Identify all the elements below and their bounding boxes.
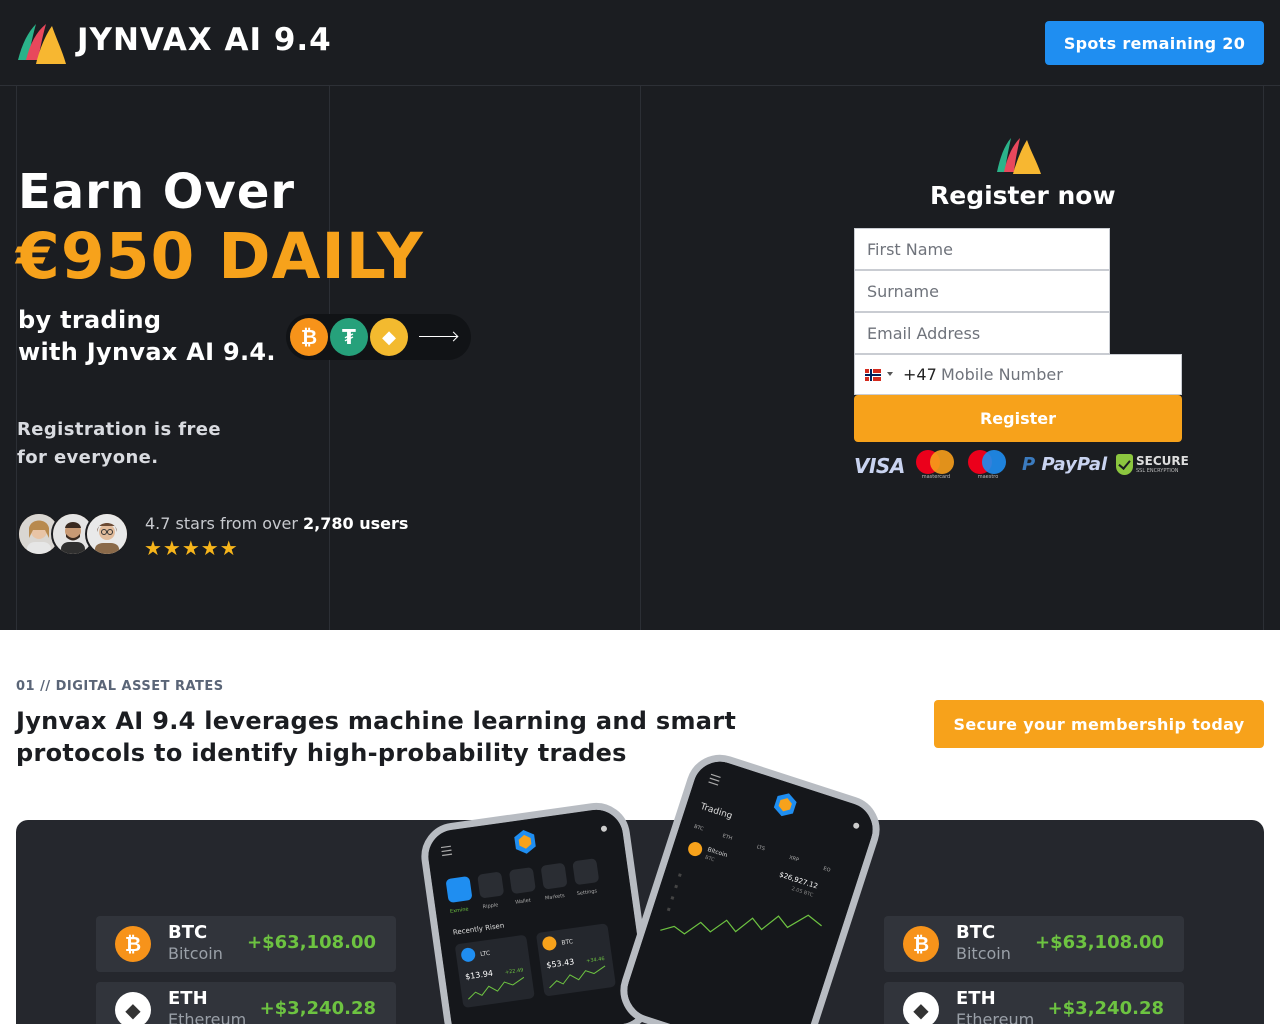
hero-headline: Earn Over [18,164,296,220]
rate-value: +$63,108.00 [247,932,376,953]
arrow-right-icon [419,336,457,337]
phone-field: +47 [854,354,1182,395]
bitcoin-icon: ₿ [903,926,939,962]
rate-card-eth: ◆ ETH Ethereum +$3,240.28 [884,982,1184,1024]
rate-symbol: BTC [956,922,996,943]
dial-code: +47 [903,365,937,384]
register-button[interactable]: Register [854,395,1182,442]
maestro-label: maestro [977,474,999,480]
mastercard-label: mastercard [921,474,951,480]
norway-flag-icon[interactable] [865,369,881,381]
divider [640,86,641,630]
rate-value: +$63,108.00 [1035,932,1164,953]
binance-icon: ◆ [370,318,408,356]
rate-symbol: BTC [168,922,208,943]
hero-subline: by trading with Jynvax AI 9.4. [18,304,276,368]
payment-methods: VISA mastercard maestro P PayPal SECURE … [854,450,1189,482]
rate-card-btc: ₿ BTC Bitcoin +$63,108.00 [96,916,396,972]
brand-logo-icon [997,138,1041,174]
ethereum-icon: ◆ [903,992,939,1024]
coins-pill[interactable]: ₿ ₮ ◆ [286,314,471,360]
rate-name: Bitcoin [956,944,1011,963]
paypal-label: PayPal [1041,454,1108,475]
spots-remaining-button[interactable]: Spots remaining 20 [1045,21,1264,65]
paypal-icon: P PayPal [1022,454,1108,475]
rate-name: Bitcoin [168,944,223,963]
brand-logo-icon[interactable] [16,20,68,66]
avatar [85,512,129,556]
rate-symbol: ETH [956,988,996,1009]
star-rating-icon: ★★★★★ [144,536,239,560]
first-name-field[interactable] [854,228,1110,270]
registration-free-text: Registration is free for everyone. [17,416,221,472]
rating-users: 2,780 users [303,514,409,533]
shield-check-icon [1116,454,1133,475]
surname-field[interactable] [854,270,1110,312]
user-avatars [17,512,129,556]
section-label: 01 // DIGITAL ASSET RATES [16,679,224,694]
hero-amount: €950 DAILY [16,220,424,293]
mastercard-icon: mastercard [916,450,956,482]
ethereum-icon: ◆ [115,992,151,1024]
ssl-secure-badge: SECURE SSL ENCRYPTION [1116,452,1189,480]
visa-icon: VISA [854,454,905,478]
rating-prefix: 4.7 stars from over [145,514,298,533]
rate-value: +$3,240.28 [1047,998,1164,1019]
divider [1263,86,1264,630]
ltc-label: LTC [480,950,491,958]
email-field[interactable] [854,312,1110,354]
rate-name: Ethereum [956,1010,1035,1024]
maestro-icon: maestro [968,450,1008,482]
chevron-down-icon[interactable] [887,372,893,376]
tether-icon: ₮ [330,318,368,356]
rating-text: 4.7 stars from over 2,780 users [145,514,408,533]
app-screen: Exmine Ripple Wallet Markets Settings Re… [424,806,650,1024]
bitcoin-icon: ₿ [115,926,151,962]
reg-free-line-2: for everyone. [17,447,159,468]
rate-card-eth: ◆ ETH Ethereum +$3,240.28 [96,982,396,1024]
hero-section: Earn Over €950 DAILY by trading with Jyn… [0,86,1280,630]
reg-free-line-1: Registration is free [17,419,221,440]
register-title: Register now [930,181,1116,210]
rate-card-btc: ₿ BTC Bitcoin +$63,108.00 [884,916,1184,972]
secure-sublabel: SSL ENCRYPTION [1136,468,1179,474]
brand-name: JYNVAX AI 9.4 [77,22,332,58]
section-title: Jynvax AI 9.4 leverages machine learning… [16,707,737,767]
rate-name: Ethereum [168,1010,247,1024]
bitcoin-icon: ₿ [290,318,328,356]
hero-subline-1: by trading [18,306,162,334]
secure-label: SECURE [1136,454,1189,468]
site-header: JYNVAX AI 9.4 Spots remaining 20 [0,0,1280,86]
secure-membership-button[interactable]: Secure your membership today [934,700,1264,748]
rate-value: +$3,240.28 [259,998,376,1019]
mobile-number-input[interactable] [941,355,1177,394]
hero-subline-2: with Jynvax AI 9.4. [18,338,276,366]
rate-symbol: ETH [168,988,208,1009]
